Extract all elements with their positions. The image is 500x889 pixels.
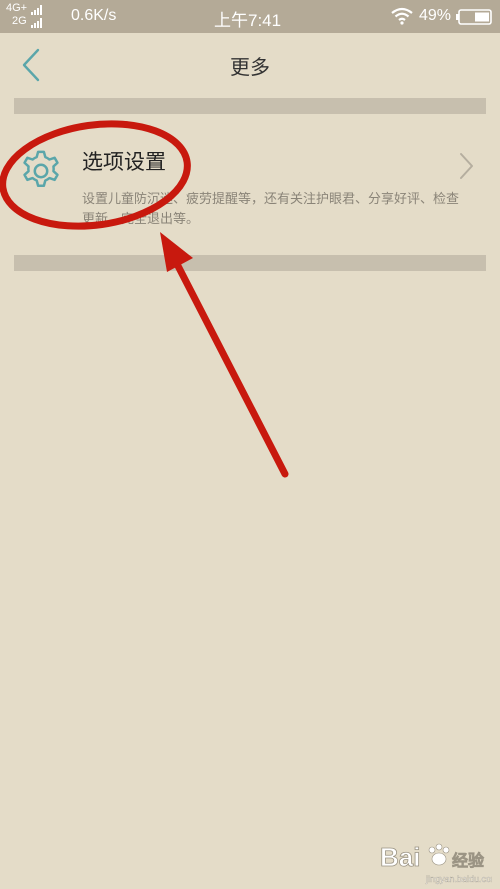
network-speed: 0.6K/s <box>71 7 117 24</box>
gear-icon <box>23 150 59 188</box>
options-settings-item[interactable]: 选项设置 设置儿童防沉迷、疲劳提醒等，还有关注护眼君、分享好评、检查更新、完全退… <box>0 116 500 254</box>
network-type-primary: 4G+ <box>6 2 28 14</box>
signal-bars-icon <box>30 18 42 28</box>
battery-icon <box>456 9 492 25</box>
network-type-secondary: 2G <box>12 15 27 27</box>
wifi-icon <box>391 7 413 25</box>
signal-bars-icon <box>31 5 43 15</box>
option-title: 选项设置 <box>82 150 166 174</box>
network-indicator: 4G+ 2G <box>6 2 43 28</box>
paw-icon <box>428 843 450 866</box>
watermark-suffix: 经验 <box>452 851 485 870</box>
status-time: 上午7:41 <box>214 11 282 30</box>
watermark-domain: jingyan.baidu.com <box>425 874 492 884</box>
option-description: 设置儿童防沉迷、疲劳提醒等，还有关注护眼君、分享好评、检查更新、完全退出等。 <box>82 192 460 227</box>
watermark-brand: Bai <box>380 842 420 872</box>
section-divider <box>14 255 486 271</box>
app-header: 更多 <box>0 33 500 97</box>
annotation-arrow-shaft <box>172 258 289 478</box>
status-bar: 4G+ 2G 0.6K/s 上午7:41 49% <box>0 0 500 33</box>
battery-percentage: 49% <box>419 7 452 24</box>
chevron-right-icon <box>460 153 473 179</box>
page-title: 更多 <box>230 55 270 79</box>
baidu-jingyan-watermark: Bai 经验 jingyan.baidu.com <box>380 842 492 885</box>
section-divider <box>14 98 486 114</box>
